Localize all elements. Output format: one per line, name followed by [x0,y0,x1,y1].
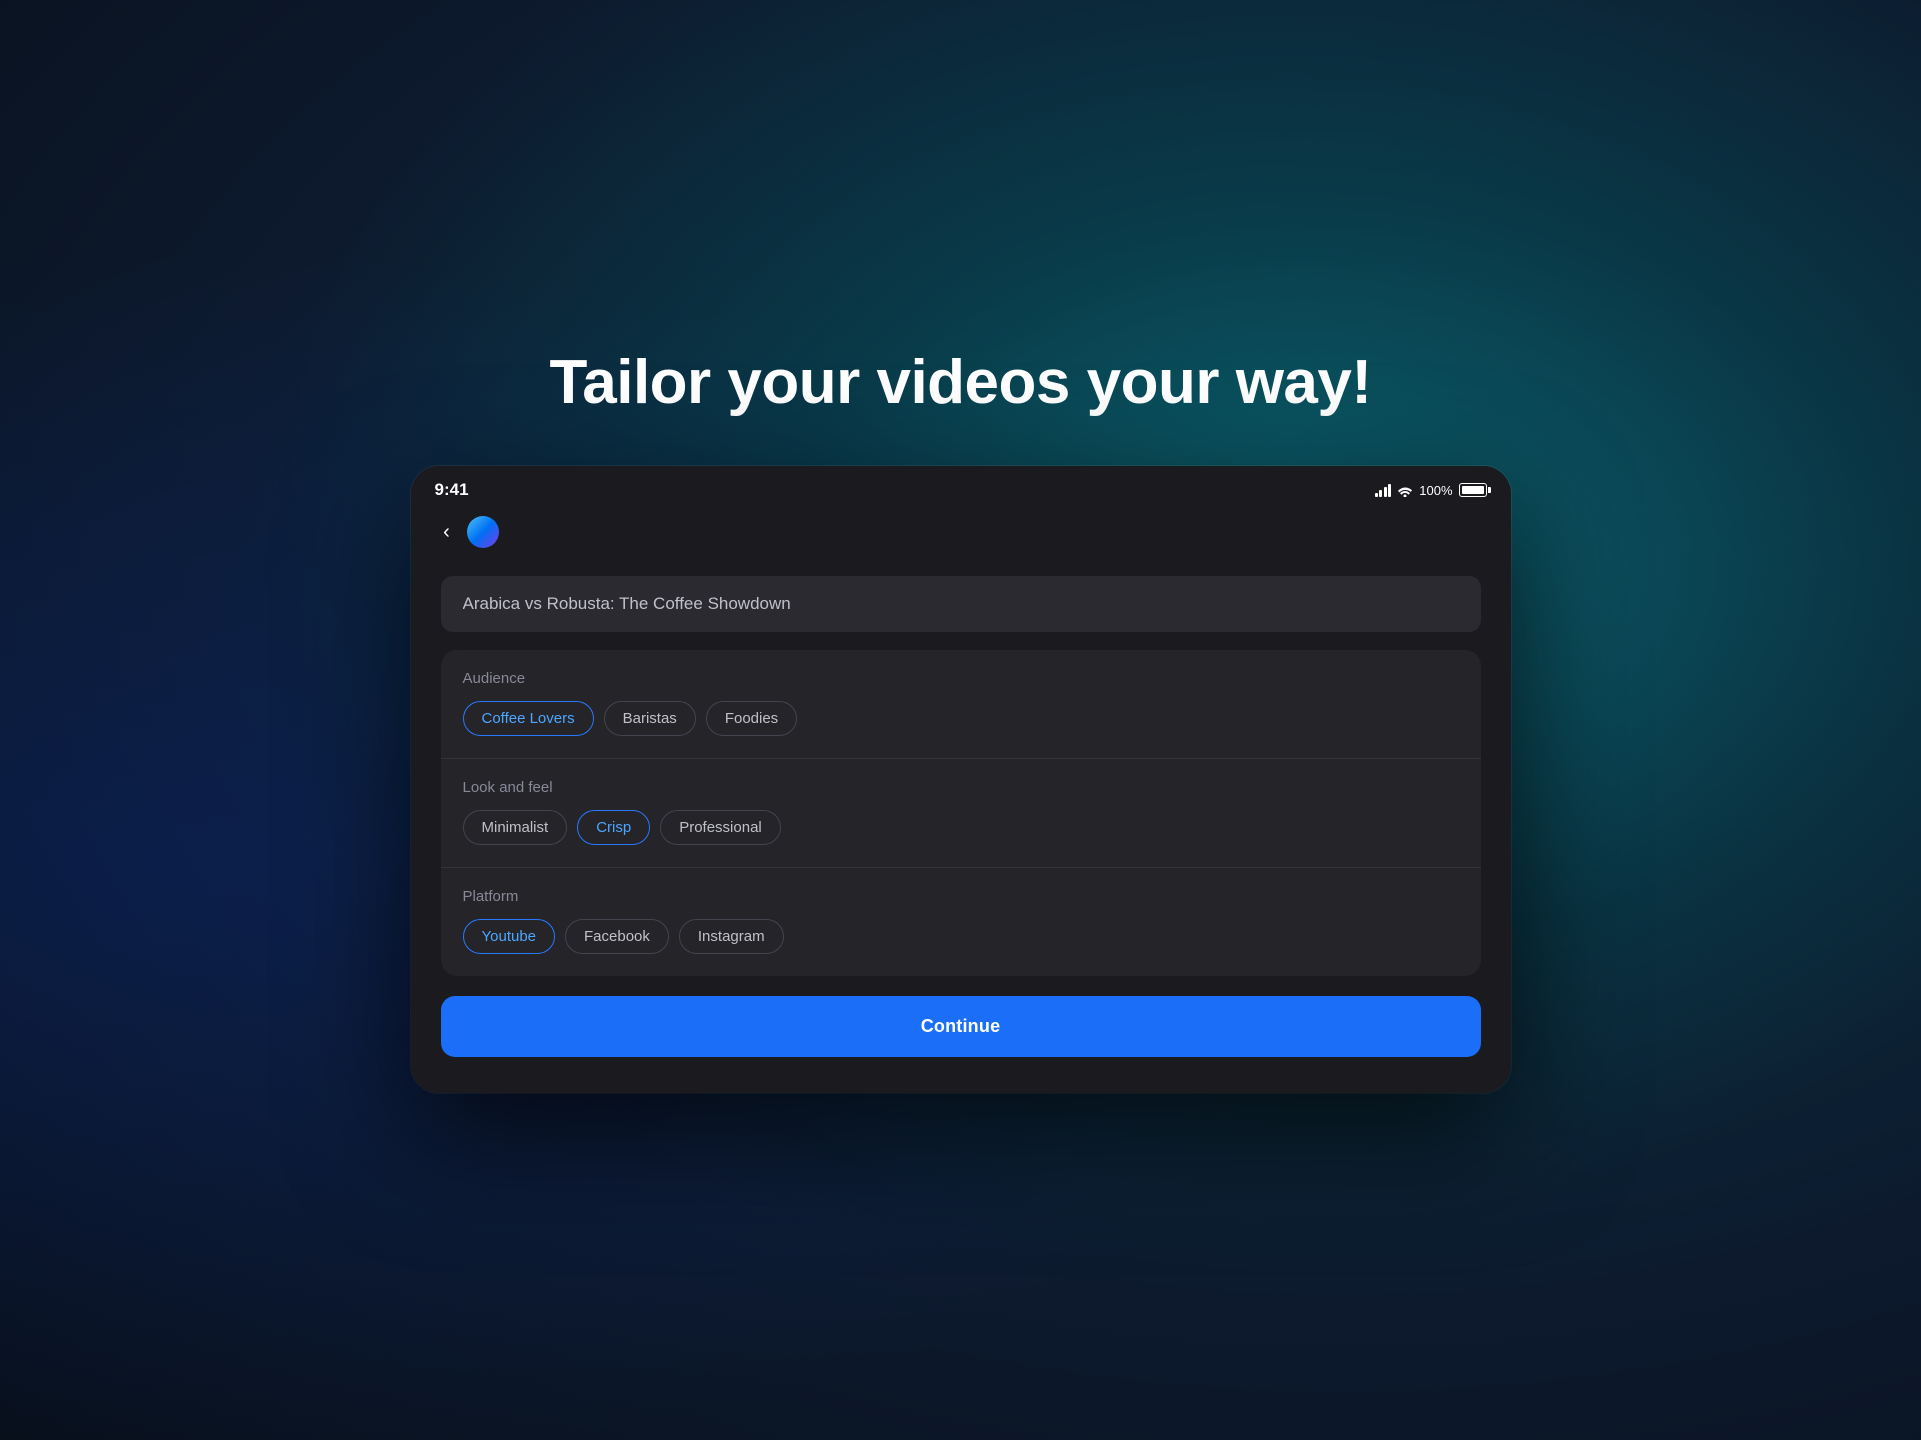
platform-chips: Youtube Facebook Instagram [463,919,1459,954]
chip-baristas[interactable]: Baristas [604,701,696,736]
platform-label: Platform [463,888,1459,905]
signal-icon [1375,483,1392,497]
main-content: Audience Coffee Lovers Baristas Foodies … [411,560,1511,1093]
look-feel-chips: Minimalist Crisp Professional [463,810,1459,845]
video-title-input[interactable] [441,576,1481,632]
chip-coffee-lovers[interactable]: Coffee Lovers [463,701,594,736]
audience-section: Audience Coffee Lovers Baristas Foodies [441,650,1481,759]
chip-foodies[interactable]: Foodies [706,701,797,736]
battery-fill [1462,486,1484,494]
audience-label: Audience [463,670,1459,687]
status-time: 9:41 [435,480,469,500]
status-bar: 9:41 100% [411,466,1511,508]
back-button[interactable]: ‹ [431,516,463,548]
audience-chips: Coffee Lovers Baristas Foodies [463,701,1459,736]
battery-percent: 100% [1419,483,1452,498]
options-card: Audience Coffee Lovers Baristas Foodies … [441,650,1481,976]
app-logo [467,516,499,548]
chip-minimalist[interactable]: Minimalist [463,810,568,845]
chip-crisp[interactable]: Crisp [577,810,650,845]
page-title: Tailor your videos your way! [549,347,1371,418]
platform-section: Platform Youtube Facebook Instagram [441,868,1481,976]
nav-bar: ‹ [411,508,1511,560]
chip-instagram[interactable]: Instagram [679,919,784,954]
battery-icon [1459,483,1487,497]
look-feel-section: Look and feel Minimalist Crisp Professio… [441,759,1481,868]
device-mockup: 9:41 100% ‹ Audience [411,466,1511,1093]
continue-button[interactable]: Continue [441,996,1481,1057]
chip-facebook[interactable]: Facebook [565,919,669,954]
chip-youtube[interactable]: Youtube [463,919,556,954]
chip-professional[interactable]: Professional [660,810,781,845]
wifi-icon [1397,484,1413,496]
look-feel-label: Look and feel [463,779,1459,796]
status-icons: 100% [1375,483,1487,498]
